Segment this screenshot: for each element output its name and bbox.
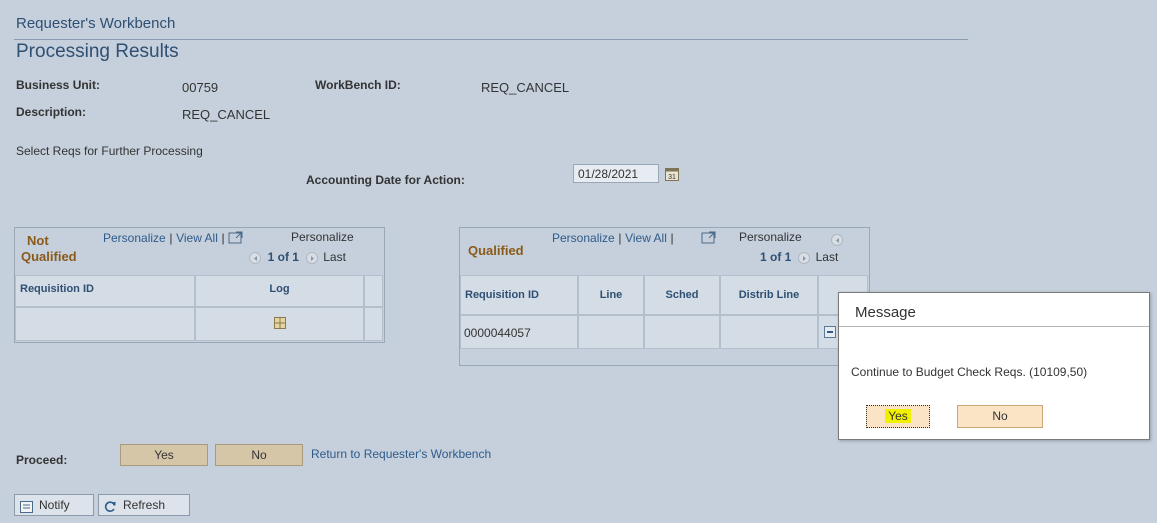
personalize-link[interactable]: Personalize: [552, 231, 615, 245]
table-cell-line: [578, 315, 644, 349]
qualified-title: Qualified: [468, 243, 524, 258]
column-header-distrib-line: Distrib Line: [720, 275, 818, 315]
column-header-line: Line: [578, 275, 644, 315]
dialog-title: Message: [855, 304, 916, 321]
nav-next-icon[interactable]: [305, 251, 318, 264]
svg-text:31: 31: [668, 174, 676, 181]
column-header-requisition-id: Requisition ID: [460, 275, 578, 315]
not-qualified-title-line2: Qualified: [21, 249, 77, 264]
table-cell-sched: [644, 315, 720, 349]
column-header-log: Log: [195, 275, 364, 307]
accounting-date-label: Accounting Date for Action:: [306, 173, 465, 187]
column-header-sched: Sched: [644, 275, 720, 315]
personalize-text: Personalize: [291, 230, 354, 244]
nav-prev-icon[interactable]: [249, 251, 261, 264]
dialog-divider: [839, 326, 1149, 327]
link-separator: |: [670, 231, 674, 245]
workbench-id-value: REQ_CANCEL: [481, 80, 570, 95]
link-separator: |: [169, 231, 173, 245]
calendar-icon[interactable]: 31: [665, 167, 679, 181]
link-separator: |: [618, 231, 622, 245]
collapse-icon[interactable]: [824, 326, 836, 338]
refresh-button[interactable]: Refresh: [98, 494, 190, 516]
table-cell-requisition-id: [15, 307, 195, 341]
personalize-text: Personalize: [739, 230, 802, 244]
table-cell-spacer: [364, 307, 383, 341]
expand-grid-icon[interactable]: [701, 231, 717, 244]
column-header-spacer: [364, 275, 383, 307]
dialog-message: Continue to Budget Check Reqs. (10109,50…: [851, 365, 1088, 379]
table-cell-requisition-id: 0000044057: [460, 315, 578, 349]
title-divider: [14, 39, 968, 40]
view-all-link[interactable]: View All: [625, 231, 667, 245]
workbench-id-label: WorkBench ID:: [315, 78, 401, 92]
description-value: REQ_CANCEL: [182, 107, 271, 122]
dialog-yes-label: Yes: [885, 409, 911, 423]
proceed-yes-button[interactable]: Yes: [120, 444, 208, 466]
nav-next-icon[interactable]: [797, 251, 810, 264]
dialog-yes-button[interactable]: Yes: [866, 405, 930, 428]
proceed-no-button[interactable]: No: [215, 444, 303, 466]
select-reqs-text: Select Reqs for Further Processing: [16, 144, 203, 158]
notify-label: Notify: [39, 498, 70, 512]
log-icon[interactable]: [274, 317, 286, 329]
view-all-link[interactable]: View All: [176, 231, 218, 245]
proceed-label: Proceed:: [16, 453, 68, 467]
pager-text: 1 of 1: [760, 250, 792, 264]
message-dialog: Message Continue to Budget Check Reqs. (…: [838, 292, 1150, 440]
column-header-requisition-id: Requisition ID: [15, 275, 195, 307]
nav-prev-icon[interactable]: [831, 233, 843, 246]
not-qualified-title-line1: Not: [27, 233, 49, 248]
not-qualified-grid: Not Qualified Personalize | View All | P…: [14, 227, 385, 343]
personalize-link[interactable]: Personalize: [103, 231, 166, 245]
dialog-no-button[interactable]: No: [957, 405, 1043, 428]
accounting-date-input[interactable]: 01/28/2021: [573, 164, 659, 183]
business-unit-value: 00759: [182, 80, 219, 95]
refresh-icon: [104, 499, 117, 512]
pager-text: 1 of 1: [267, 250, 299, 264]
expand-grid-icon[interactable]: [228, 231, 244, 244]
page-title: Processing Results: [16, 41, 179, 62]
table-cell-log: [195, 307, 364, 341]
business-unit-label: Business Unit:: [16, 78, 101, 92]
last-link[interactable]: Last: [323, 250, 346, 264]
qualified-grid: Qualified Personalize | View All | Perso…: [459, 227, 870, 366]
refresh-label: Refresh: [123, 498, 166, 512]
notify-button[interactable]: Notify: [14, 494, 94, 516]
description-label: Description:: [16, 105, 87, 119]
notify-icon: [20, 499, 33, 513]
table-cell-distrib-line: [720, 315, 818, 349]
link-separator: |: [221, 231, 225, 245]
return-to-workbench-link[interactable]: Return to Requester's Workbench: [311, 447, 491, 461]
breadcrumb[interactable]: Requester's Workbench: [16, 15, 175, 32]
last-link[interactable]: Last: [816, 250, 839, 264]
